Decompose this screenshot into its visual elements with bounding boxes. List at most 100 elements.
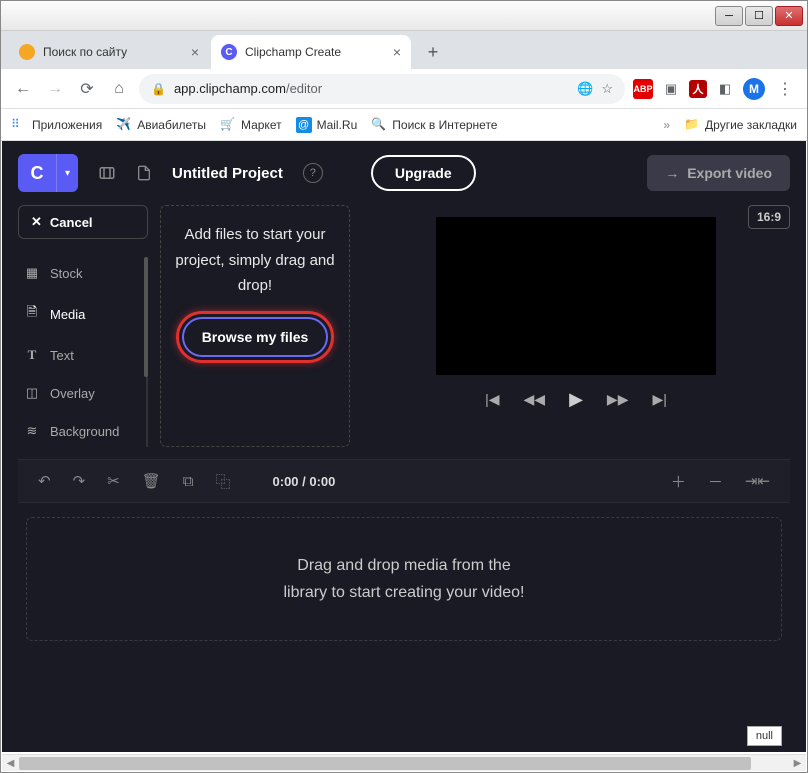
nav-forward-button[interactable]: → bbox=[43, 77, 67, 101]
nav-back-button[interactable]: ← bbox=[11, 77, 35, 101]
overlay-icon: ◫ bbox=[24, 385, 40, 401]
timeline-prompt-line: Drag and drop media from the bbox=[47, 552, 761, 579]
translate-icon[interactable]: 🌐 bbox=[577, 81, 593, 97]
chevron-down-icon: ▾ bbox=[56, 154, 78, 192]
null-overlay: null bbox=[747, 726, 782, 746]
logo-icon: C bbox=[18, 163, 56, 184]
playback-controls: |◀ ◀◀ ▶ ▶▶ ▶| bbox=[485, 389, 667, 410]
tab-favicon-icon: C bbox=[221, 44, 237, 60]
sidebar-item-label: Overlay bbox=[50, 386, 95, 401]
sidebar-item-overlay[interactable]: ◫ Overlay bbox=[18, 377, 138, 409]
undo-button[interactable]: ↶ bbox=[38, 472, 51, 490]
url-path: /editor bbox=[286, 81, 322, 96]
bookmark-apps[interactable]: ⠿ Приложения bbox=[11, 117, 102, 133]
scroll-right-button[interactable]: ▶ bbox=[789, 755, 806, 772]
browser-tab[interactable]: Поиск по сайту × bbox=[9, 35, 209, 69]
media-icon: 🗎 bbox=[24, 303, 40, 325]
bookmark-star-icon[interactable]: ☆ bbox=[601, 81, 613, 97]
tab-title: Поиск по сайту bbox=[43, 45, 183, 59]
sidebar-item-label: Media bbox=[50, 307, 85, 322]
sidebar-item-stock[interactable]: ▦ Stock bbox=[18, 257, 138, 289]
browser-menu-button[interactable]: ⋮ bbox=[773, 77, 797, 101]
play-button[interactable]: ▶ bbox=[569, 389, 583, 410]
duplicate-button[interactable]: ⿻ bbox=[216, 471, 231, 492]
sidebar-item-label: Background bbox=[50, 424, 119, 439]
export-video-button[interactable]: → Export video bbox=[647, 155, 790, 191]
logo-menu-button[interactable]: C ▾ bbox=[18, 154, 78, 192]
nav-home-button[interactable]: ⌂ bbox=[107, 77, 131, 101]
video-preview[interactable] bbox=[436, 217, 716, 375]
media-panel: Add files to start your project, simply … bbox=[160, 205, 350, 447]
tab-close-icon[interactable]: × bbox=[191, 44, 199, 60]
layers-icon: ≋ bbox=[24, 423, 40, 439]
horizontal-scrollbar[interactable]: ◀ ▶ bbox=[2, 754, 806, 771]
playhead-time: 0:00 / 0:00 bbox=[273, 474, 336, 489]
video-library-icon[interactable] bbox=[98, 164, 116, 182]
scroll-left-button[interactable]: ◀ bbox=[2, 755, 19, 772]
sidebar-item-media[interactable]: 🗎 Media bbox=[18, 295, 138, 333]
browser-address-bar: ← → ⟳ ⌂ 🔒 app.clipchamp.com/editor 🌐 ☆ A… bbox=[1, 69, 807, 109]
copy-button[interactable]: ⧉ bbox=[183, 473, 194, 490]
export-label: Export video bbox=[687, 165, 772, 181]
bookmark-label: Другие закладки bbox=[705, 118, 797, 132]
cut-button[interactable]: ✂ bbox=[107, 472, 120, 490]
extension-icon[interactable]: ◧ bbox=[715, 79, 735, 99]
bookmark-search[interactable]: 🔍 Поиск в Интернете bbox=[371, 117, 497, 133]
document-icon[interactable] bbox=[136, 164, 152, 182]
window-maximize-button[interactable]: ☐ bbox=[745, 6, 773, 26]
cart-icon: 🛒 bbox=[220, 117, 236, 133]
window-titlebar: ─ ☐ ✕ bbox=[1, 1, 807, 31]
profile-avatar-icon[interactable]: M bbox=[743, 78, 765, 100]
tab-close-icon[interactable]: × bbox=[393, 44, 401, 60]
stock-icon: ▦ bbox=[24, 265, 40, 281]
browser-tab-active[interactable]: C Clipchamp Create × bbox=[211, 35, 411, 69]
window-close-button[interactable]: ✕ bbox=[775, 6, 803, 26]
adblock-extension-icon[interactable]: ABP bbox=[633, 79, 653, 99]
window-minimize-button[interactable]: ─ bbox=[715, 6, 743, 26]
rewind-button[interactable]: ◀◀ bbox=[524, 391, 546, 408]
timeline-dropzone[interactable]: Drag and drop media from the library to … bbox=[26, 517, 782, 641]
delete-button[interactable]: 🗑 bbox=[142, 472, 161, 490]
skip-end-button[interactable]: ▶| bbox=[652, 391, 666, 408]
cancel-button[interactable]: ✕ Cancel bbox=[18, 205, 148, 239]
text-icon: T bbox=[24, 347, 40, 363]
skip-start-button[interactable]: |◀ bbox=[485, 391, 499, 408]
bookmark-mailru[interactable]: @ Mail.Ru bbox=[296, 117, 358, 133]
zoom-in-button[interactable]: ＋ bbox=[671, 471, 686, 492]
sidebar-scrollbar-thumb[interactable] bbox=[144, 257, 148, 377]
timeline-toolbar: ↶ ↷ ✂ 🗑 ⧉ ⿻ 0:00 / 0:00 ＋ － ⇥⇤ bbox=[18, 459, 790, 503]
zoom-out-button[interactable]: － bbox=[708, 471, 723, 492]
cast-extension-icon[interactable]: ▣ bbox=[661, 79, 681, 99]
search-favicon-icon: 🔍 bbox=[371, 117, 387, 133]
lock-icon: 🔒 bbox=[151, 82, 166, 96]
scrollbar-thumb[interactable] bbox=[19, 757, 751, 770]
sidebar-item-background[interactable]: ≋ Background bbox=[18, 415, 138, 447]
help-icon[interactable]: ? bbox=[303, 163, 323, 183]
browse-files-button[interactable]: Browse my files bbox=[182, 317, 329, 357]
project-title[interactable]: Untitled Project bbox=[172, 165, 283, 182]
bookmark-label: Авиабилеты bbox=[137, 118, 206, 132]
aspect-ratio-button[interactable]: 16:9 bbox=[748, 205, 790, 229]
sidebar-item-text[interactable]: T Text bbox=[18, 339, 138, 371]
nav-reload-button[interactable]: ⟳ bbox=[75, 77, 99, 101]
bookmark-other-folder[interactable]: 📁 Другие закладки bbox=[684, 117, 797, 133]
bookmarks-overflow-button[interactable]: » bbox=[663, 118, 670, 132]
fit-timeline-button[interactable]: ⇥⇤ bbox=[745, 472, 770, 490]
mailru-icon: @ bbox=[296, 117, 312, 133]
url-input[interactable]: 🔒 app.clipchamp.com/editor 🌐 ☆ bbox=[139, 74, 625, 104]
plane-icon: ✈️ bbox=[116, 117, 132, 133]
redo-button[interactable]: ↷ bbox=[73, 472, 86, 490]
pdf-extension-icon[interactable]: 人 bbox=[689, 80, 707, 98]
scrollbar-track[interactable] bbox=[19, 755, 789, 772]
bookmark-label: Поиск в Интернете bbox=[392, 118, 497, 132]
bookmark-aviabilety[interactable]: ✈️ Авиабилеты bbox=[116, 117, 206, 133]
apps-grid-icon: ⠿ bbox=[11, 117, 27, 133]
app-header: C ▾ Untitled Project ? Upgrade → Export … bbox=[2, 141, 806, 205]
bookmark-market[interactable]: 🛒 Маркет bbox=[220, 117, 282, 133]
new-tab-button[interactable]: + bbox=[419, 38, 447, 66]
upgrade-button[interactable]: Upgrade bbox=[371, 155, 476, 191]
fast-forward-button[interactable]: ▶▶ bbox=[607, 391, 629, 408]
sidebar-item-label: Text bbox=[50, 348, 74, 363]
bookmarks-bar: ⠿ Приложения ✈️ Авиабилеты 🛒 Маркет @ Ma… bbox=[1, 109, 807, 141]
bookmark-label: Маркет bbox=[241, 118, 282, 132]
